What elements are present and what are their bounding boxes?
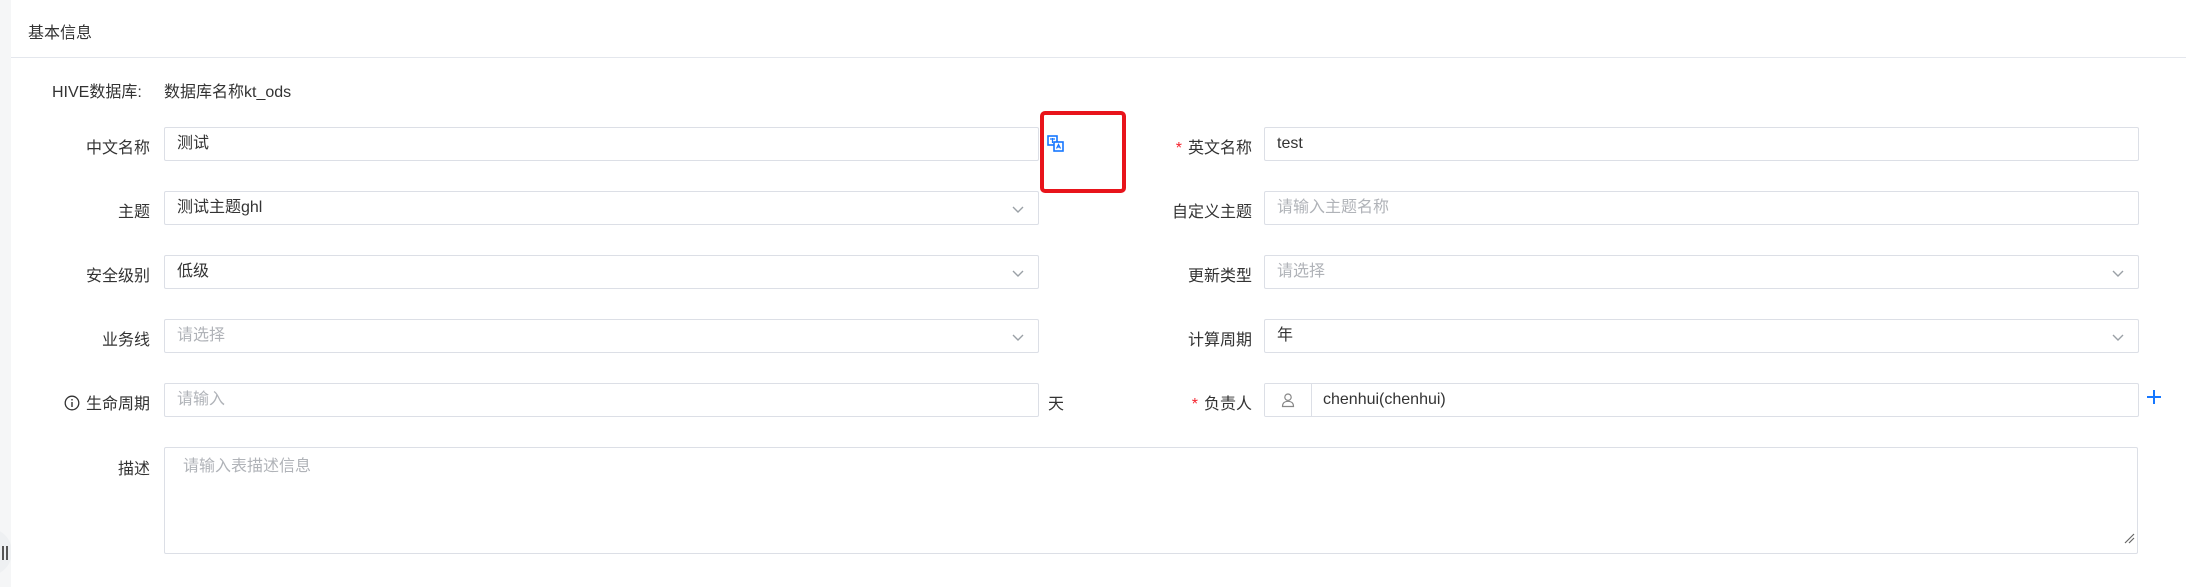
en-name-label-text: 英文名称 — [1187, 140, 1252, 157]
period-select[interactable]: 年 — [1264, 319, 2139, 353]
chevron-down-icon — [2110, 329, 2126, 345]
lifecycle-unit: 天 — [1048, 396, 1065, 413]
theme-select[interactable]: 测试主题ghl — [164, 191, 1039, 225]
desc-placeholder: 请输入表描述信息 — [183, 458, 312, 475]
owner-input[interactable]: chenhui(chenhui) — [1264, 383, 2139, 417]
business-placeholder: 请选择 — [177, 327, 226, 344]
update-type-label: 更新类型 — [1187, 268, 1252, 285]
period-label: 计算周期 — [1187, 332, 1252, 349]
security-label: 安全级别 — [85, 268, 150, 285]
business-select[interactable]: 请选择 — [164, 319, 1039, 353]
info-icon[interactable] — [64, 395, 80, 416]
divider — [11, 57, 2186, 58]
theme-label: 主题 — [117, 204, 150, 221]
owner-label-text: 负责人 — [1203, 396, 1252, 413]
hive-db-value: 数据库名称kt_ods — [164, 84, 292, 101]
cn-name-label: 中文名称 — [85, 140, 150, 157]
lifecycle-label: 生命周期 — [64, 390, 150, 416]
left-strip — [0, 0, 11, 587]
chevron-down-icon — [2110, 265, 2126, 281]
cn-name-input[interactable]: 测试 — [164, 127, 1039, 161]
owner-value: chenhui(chenhui) — [1323, 391, 1446, 408]
cn-name-value: 测试 — [177, 135, 210, 152]
theme-value: 测试主题ghl — [177, 199, 263, 216]
resize-handle-icon[interactable] — [2123, 529, 2135, 551]
hive-db-label: HIVE数据库: — [52, 84, 142, 101]
plus-icon[interactable] — [2143, 386, 2165, 408]
business-label: 业务线 — [101, 332, 150, 349]
user-icon — [1265, 384, 1312, 416]
custom-theme-input[interactable]: 请输入主题名称 — [1264, 191, 2139, 225]
required-mark: * — [1175, 140, 1182, 157]
en-name-label: * 英文名称 — [1176, 134, 1252, 158]
card-title: 基本信息 — [28, 25, 93, 42]
desc-label: 描述 — [117, 461, 150, 478]
update-type-placeholder: 请选择 — [1277, 263, 1326, 280]
security-value: 低级 — [177, 263, 210, 280]
owner-label: * 负责人 — [1192, 390, 1252, 414]
required-mark: * — [1191, 396, 1198, 413]
security-select[interactable]: 低级 — [164, 255, 1039, 289]
lifecycle-input[interactable]: 请输入 — [164, 383, 1039, 417]
chevron-down-icon — [1010, 265, 1026, 281]
desc-textarea[interactable]: 请输入表描述信息 — [164, 447, 2138, 554]
chevron-down-icon — [1010, 201, 1026, 217]
en-name-value: test — [1277, 135, 1303, 152]
chevron-down-icon — [1010, 329, 1026, 345]
en-name-input[interactable]: test — [1264, 127, 2139, 161]
lifecycle-label-text: 生命周期 — [85, 396, 150, 413]
period-value: 年 — [1277, 327, 1294, 344]
custom-theme-label: 自定义主题 — [1171, 204, 1252, 221]
lifecycle-placeholder: 请输入 — [177, 391, 226, 408]
update-type-select[interactable]: 请选择 — [1264, 255, 2139, 289]
highlight-box — [1040, 111, 1126, 193]
custom-theme-placeholder: 请输入主题名称 — [1277, 199, 1390, 216]
